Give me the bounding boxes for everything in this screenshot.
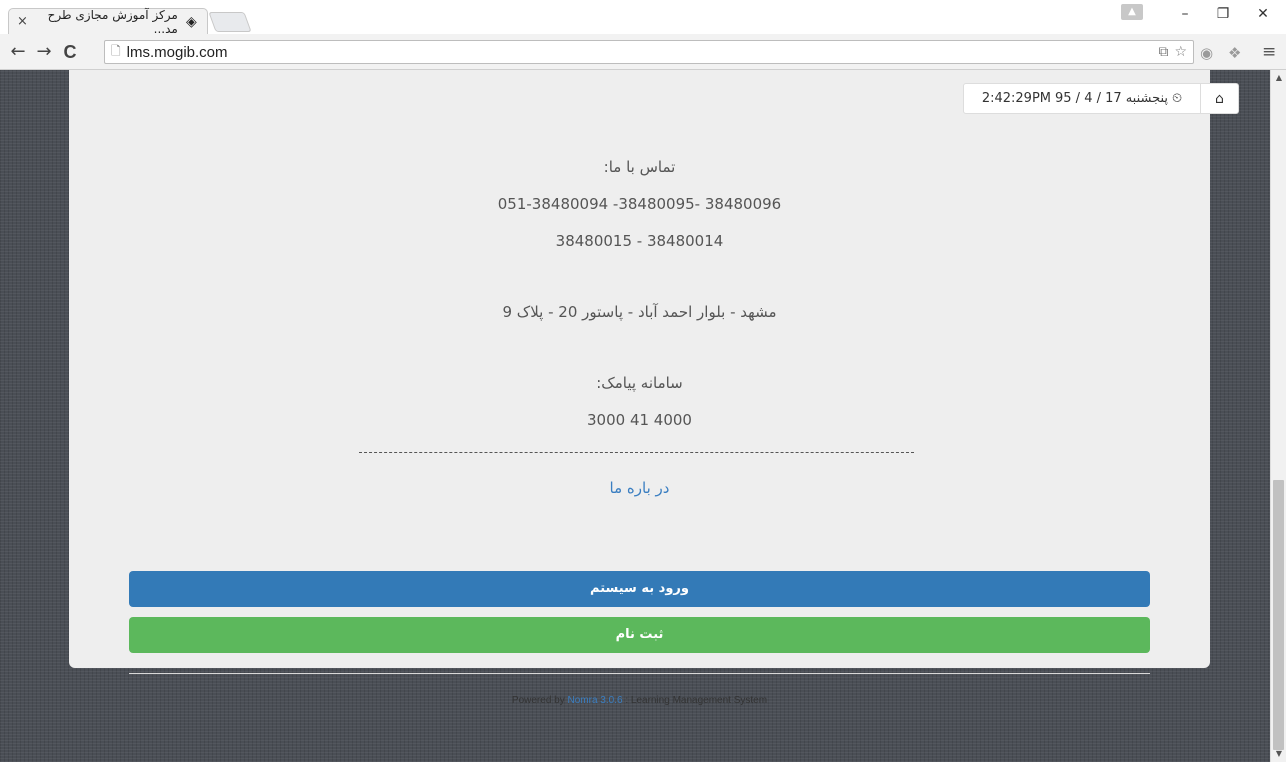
forward-button[interactable]: → bbox=[32, 42, 56, 62]
powered-by-suffix: : Learning Management System bbox=[625, 695, 768, 706]
browser-toolbar: ← → C 🗋 lms.mogib.com ⧉ ☆ ◉ ❖ ≡ bbox=[0, 34, 1286, 70]
register-button[interactable]: ثبت نام bbox=[129, 617, 1150, 653]
tab-close-icon[interactable]: × bbox=[17, 14, 28, 29]
minimize-button[interactable]: – bbox=[1170, 6, 1200, 22]
page-icon: 🗋 bbox=[111, 43, 121, 58]
clock-date: 17 / 4 / 95 bbox=[1055, 91, 1122, 106]
footer-divider bbox=[129, 673, 1150, 674]
clock-display: ⏲ پنجشنبه 17 / 4 / 95 2:42:29PM bbox=[964, 84, 1200, 113]
browser-tab-strip: ◈ مرکز آموزش مجازی طرح مد... × ▲ – ❐ ✕ bbox=[0, 0, 1286, 36]
login-button[interactable]: ورود به سیستم bbox=[129, 571, 1150, 607]
address-text: مشهد - بلوار احمد آباد - پاستور 20 - پلا… bbox=[502, 303, 777, 321]
page-scrollbar[interactable]: ▲ ▼ bbox=[1270, 70, 1286, 762]
scroll-thumb[interactable] bbox=[1273, 480, 1284, 750]
site-favicon-icon: ◈ bbox=[186, 13, 197, 30]
date-time-widget: ⏲ پنجشنبه 17 / 4 / 95 2:42:29PM ⌂ bbox=[963, 83, 1239, 114]
scroll-down-arrow-icon[interactable]: ▼ bbox=[1271, 746, 1286, 762]
clock-time: 2:42:29PM bbox=[981, 91, 1051, 106]
menu-icon[interactable]: ≡ bbox=[1262, 42, 1276, 62]
home-icon[interactable]: ⌂ bbox=[1200, 84, 1238, 113]
browser-tab[interactable]: ◈ مرکز آموزش مجازی طرح مد... × bbox=[8, 7, 208, 36]
powered-by-label: Powered by bbox=[511, 695, 565, 706]
tab-title: مرکز آموزش مجازی طرح مد... bbox=[47, 7, 178, 36]
clock-icon: ⏲ bbox=[1172, 91, 1183, 106]
scroll-up-arrow-icon[interactable]: ▲ bbox=[1271, 70, 1286, 86]
phone-numbers-line-2: 38480015 - 38480014 bbox=[555, 232, 724, 250]
star-icon[interactable]: ☆ bbox=[1174, 44, 1187, 60]
clock-weekday: پنجشنبه bbox=[1125, 91, 1169, 106]
restore-button[interactable]: ❐ bbox=[1208, 6, 1238, 22]
content-card: تماس با ما: 051-38480094 -38480095- 3848… bbox=[69, 70, 1210, 706]
dropbox-icon[interactable]: ❖ bbox=[1228, 44, 1241, 62]
url-text[interactable]: lms.mogib.com bbox=[127, 44, 228, 61]
phone-numbers-line-1: 051-38480094 -38480095- 38480096 bbox=[497, 195, 782, 213]
back-button[interactable]: ← bbox=[6, 42, 30, 62]
dashed-divider bbox=[359, 452, 914, 453]
extension-icon[interactable]: ◉ bbox=[1200, 44, 1213, 62]
contact-heading: تماس با ما: bbox=[603, 158, 676, 176]
close-window-button[interactable]: ✕ bbox=[1248, 6, 1278, 22]
sms-number: 3000 41 4000 bbox=[587, 411, 692, 429]
product-link[interactable]: Nomra 3.0.6 bbox=[568, 695, 623, 706]
address-bar[interactable]: 🗋 lms.mogib.com ⧉ ☆ bbox=[104, 40, 1194, 64]
user-profile-icon[interactable]: ▲ bbox=[1121, 4, 1143, 20]
about-us-link[interactable]: در باره ما bbox=[69, 479, 1210, 497]
reload-button[interactable]: C bbox=[58, 42, 82, 62]
page-viewport: تماس با ما: 051-38480094 -38480095- 3848… bbox=[0, 70, 1270, 762]
translate-icon[interactable]: ⧉ bbox=[1158, 44, 1168, 60]
footer-powered-by: Powered by Nomra 3.0.6 : Learning Manage… bbox=[69, 695, 1210, 706]
new-tab-button[interactable] bbox=[208, 12, 252, 32]
sms-heading: سامانه پیامک: bbox=[596, 374, 683, 392]
